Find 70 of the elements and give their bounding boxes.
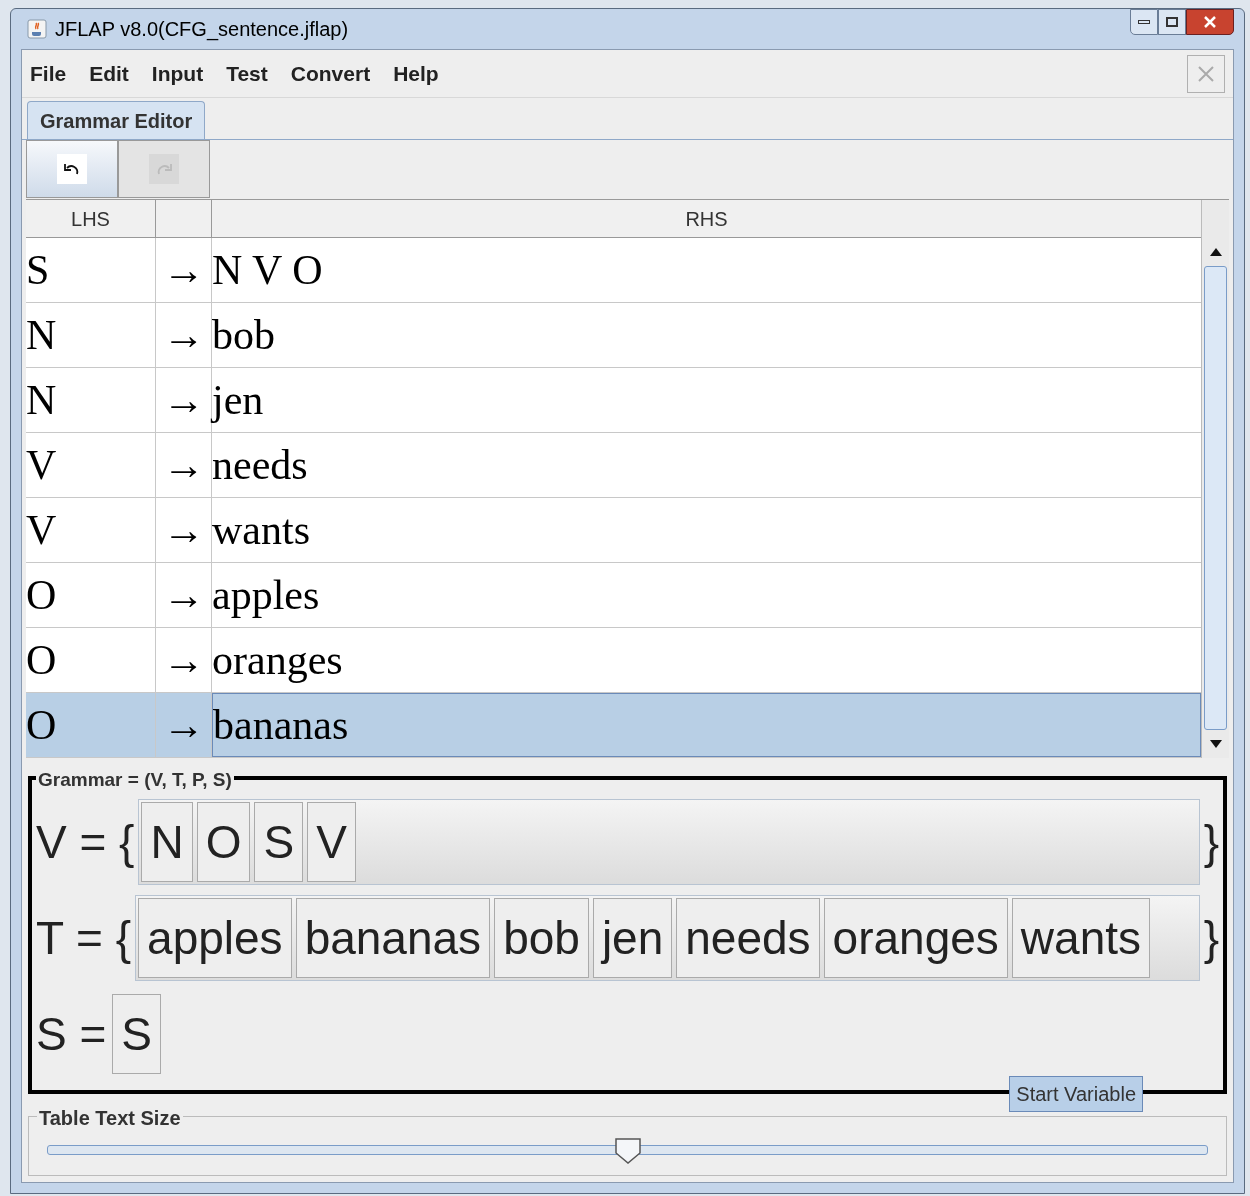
table-cell-text: needs xyxy=(212,440,309,490)
editor-tab[interactable]: Grammar Editor xyxy=(27,101,206,139)
table-cell: O xyxy=(26,693,156,757)
close-button[interactable] xyxy=(1186,9,1234,35)
table-cell: → xyxy=(156,498,212,562)
table-cell: O xyxy=(26,563,156,627)
table-cell: bananas xyxy=(212,693,1201,757)
symbol-chip[interactable]: bananas xyxy=(295,898,491,978)
menu-item[interactable]: Test xyxy=(226,57,268,90)
java-cup-icon xyxy=(27,19,47,39)
set-close-brace: } xyxy=(1203,910,1219,966)
table-cell: O xyxy=(26,628,156,692)
column-header[interactable]: RHS xyxy=(212,200,1201,237)
production-row[interactable]: O → oranges xyxy=(26,628,1201,693)
menu-item[interactable]: Help xyxy=(393,57,439,90)
table-cell: → xyxy=(156,693,212,757)
close-tab-button[interactable] xyxy=(1187,54,1225,93)
table-cell: N xyxy=(26,368,156,432)
production-row[interactable]: V → wants xyxy=(26,498,1201,563)
table-cell: → xyxy=(156,563,212,627)
production-row[interactable]: O → bananas xyxy=(26,693,1201,758)
scrollbar[interactable] xyxy=(1201,200,1229,758)
menu-item[interactable]: Input xyxy=(151,57,204,90)
menu-item[interactable]: File xyxy=(30,57,67,90)
table-cell-text: apples xyxy=(212,570,321,620)
set-close-brace: } xyxy=(1203,814,1219,870)
table-cell: V xyxy=(26,433,156,497)
table-cell-text: jen xyxy=(212,375,265,425)
maximize-button[interactable] xyxy=(1158,9,1186,35)
minimize-button[interactable] xyxy=(1130,9,1158,35)
symbol-chip[interactable]: S xyxy=(112,994,161,1074)
production-row[interactable]: S → N V O xyxy=(26,238,1201,303)
table-cell-text: bob xyxy=(212,310,276,360)
table-cell: V xyxy=(26,498,156,562)
table-cell: S xyxy=(26,238,156,302)
symbol-chip[interactable]: apples xyxy=(138,898,292,978)
column-header[interactable]: LHS xyxy=(26,200,156,237)
symbol-chip[interactable]: jen xyxy=(592,898,673,978)
table-cell-text: N V O xyxy=(212,245,324,295)
set-label: S = xyxy=(36,1006,107,1062)
symbol-chip[interactable]: oranges xyxy=(823,898,1008,978)
close-icon xyxy=(1203,16,1217,28)
table-cell: N xyxy=(26,303,156,367)
symbol-chip[interactable]: N xyxy=(141,802,193,882)
symbol-chip[interactable]: needs xyxy=(676,898,820,978)
production-row[interactable]: N → bob xyxy=(26,303,1201,368)
symbol-chip[interactable]: O xyxy=(196,802,251,882)
table-cell: → xyxy=(156,238,212,302)
symbol-chip[interactable]: wants xyxy=(1011,898,1150,978)
set-label: V = { xyxy=(36,814,135,870)
table-cell-text: wants xyxy=(212,505,311,555)
symbol-chip[interactable]: bob xyxy=(494,898,589,978)
production-row[interactable]: V → needs xyxy=(26,433,1201,498)
production-row[interactable]: O → apples xyxy=(26,563,1201,628)
scroll-thumb[interactable] xyxy=(1204,266,1227,730)
table-cell-text: oranges xyxy=(212,635,344,685)
table-cell: → xyxy=(156,628,212,692)
menu-item[interactable]: Convert xyxy=(290,57,371,90)
table-cell: → xyxy=(156,303,212,367)
table-cell: → xyxy=(156,433,212,497)
undo-button[interactable] xyxy=(26,140,118,198)
close-icon xyxy=(1196,63,1216,84)
window-title: JFLAP v8.0(CFG_sentence.jflap) xyxy=(55,17,349,43)
symbol-chip[interactable]: V xyxy=(307,802,356,882)
tooltip: Start Variable xyxy=(1009,1076,1143,1112)
menu-item[interactable]: Edit xyxy=(89,57,129,90)
symbol-chip[interactable]: S xyxy=(254,802,304,882)
production-row[interactable]: N → jen xyxy=(26,368,1201,433)
slider-thumb[interactable] xyxy=(613,1137,642,1165)
set-label: T = { xyxy=(36,910,132,966)
